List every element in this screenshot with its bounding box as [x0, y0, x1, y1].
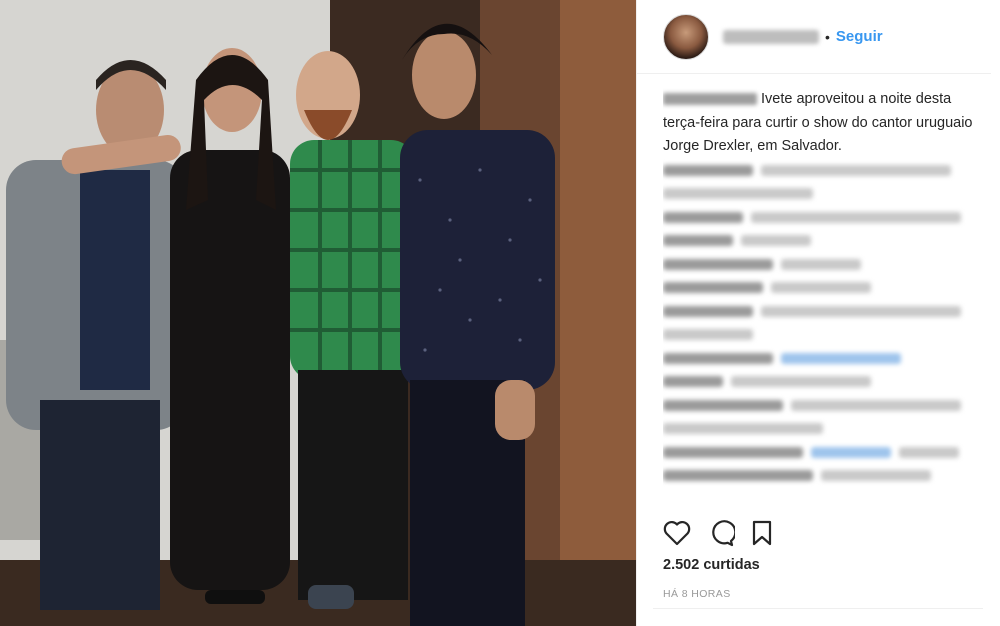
comment-blurred: [663, 159, 983, 183]
avatar[interactable]: [663, 13, 709, 60]
comment-blurred: [663, 323, 983, 347]
post-header: • Seguir: [637, 0, 991, 74]
comment-blurred: [663, 229, 983, 253]
post-photo[interactable]: [0, 0, 636, 626]
post-timestamp[interactable]: HÁ 8 HORAS: [663, 588, 731, 600]
follow-button[interactable]: Seguir: [836, 28, 883, 45]
post-actions: [663, 516, 993, 550]
likes-count[interactable]: 2.502 curtidas: [663, 557, 760, 573]
comment-blurred: [663, 347, 983, 371]
photo-illustration: [0, 0, 636, 626]
divider: [653, 608, 983, 609]
comment-blurred: [663, 206, 983, 230]
comment-blurred: [663, 300, 983, 324]
username-blurred[interactable]: [723, 29, 819, 44]
caption: Ivete aproveitou a noite desta terça-fei…: [663, 88, 983, 159]
comment-blurred: [663, 417, 983, 441]
post-side-panel: • Seguir Ivete aproveitou a noite desta …: [636, 0, 1000, 626]
comment-blurred: [663, 394, 983, 418]
separator-dot: •: [825, 28, 830, 45]
comment-blurred: [663, 276, 983, 300]
comment-blurred: [663, 253, 983, 277]
comment-blurred: [663, 464, 983, 488]
comment-icon[interactable]: [707, 519, 735, 547]
caption-username-blurred[interactable]: [663, 93, 757, 106]
comment-blurred: [663, 182, 983, 206]
comment-blurred: [663, 441, 983, 465]
comment-blurred: [663, 370, 983, 394]
heart-icon[interactable]: [663, 520, 691, 546]
bookmark-icon[interactable]: [751, 520, 773, 546]
comments-list: Ivete aproveitou a noite desta terça-fei…: [663, 88, 983, 508]
